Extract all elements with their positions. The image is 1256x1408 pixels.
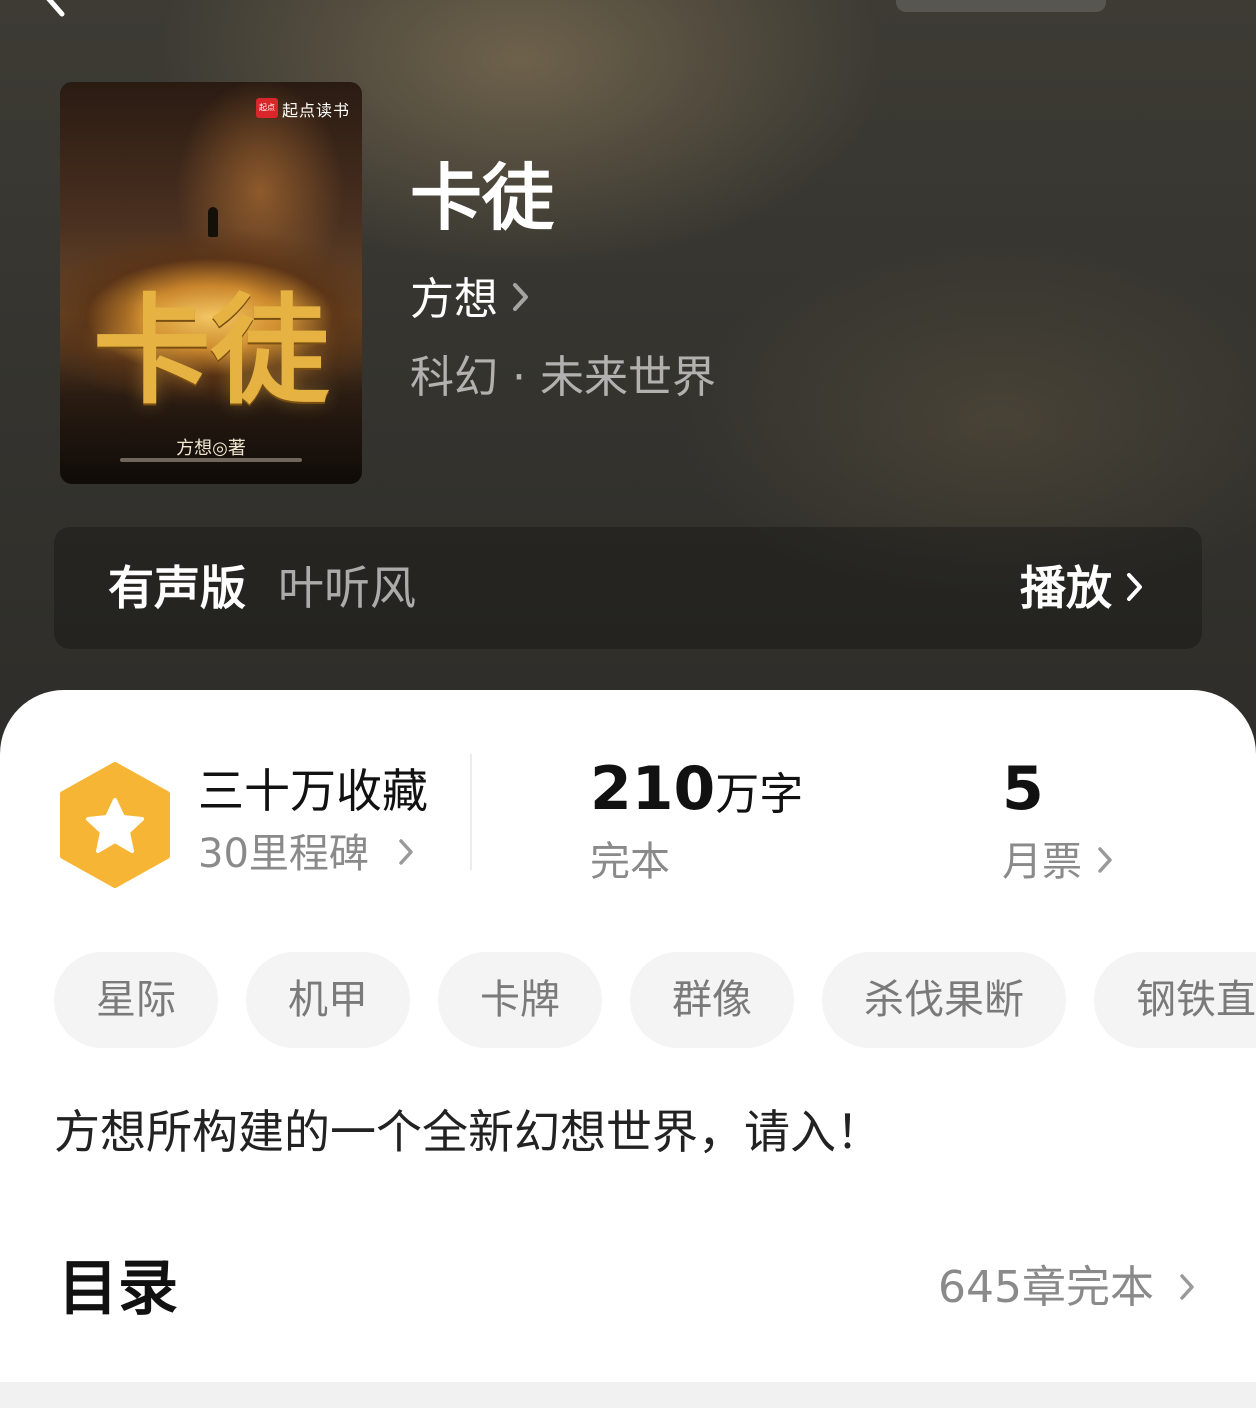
chevron-right-icon [1096,836,1116,888]
chevron-right-icon [1124,559,1146,617]
tag-list: 星际 机甲 卡牌 群像 杀伐果断 钢铁直 [54,952,1256,1048]
audio-version-bar[interactable]: 有声版 叶听风 播放 [54,527,1202,649]
cover-publisher-name: 起点读书 [282,101,351,120]
tag-chip[interactable]: 星际 [54,952,218,1048]
cover-tagline-bar [120,458,302,462]
collection-milestone-link[interactable]: 30里程碑 [198,828,417,880]
stats-divider [470,754,472,870]
book-genre: 科幻 · 未来世界 [410,352,716,403]
chevron-right-icon [1178,1258,1198,1318]
word-count-number: 210 [590,754,716,824]
toc-title[interactable]: 目录 [58,1250,178,1328]
toc-link[interactable]: 645章完本 [938,1258,1198,1318]
play-button[interactable]: 播放 [1020,559,1146,617]
tag-chip[interactable]: 卡牌 [438,952,602,1048]
monthly-votes-link[interactable]: 月票 [1002,836,1116,888]
audio-label: 有声版 [108,561,246,615]
cover-author: 方想◎著 [176,438,246,459]
tag-chip[interactable]: 群像 [630,952,794,1048]
collection-milestone-title[interactable]: 三十万收藏 [198,762,428,820]
chevron-right-icon [510,272,532,328]
chapter-count: 645章完本 [938,1262,1154,1313]
completion-status: 完本 [590,839,670,885]
cover-publisher-logo: 起点 [256,98,278,118]
book-header: 起点 起点读书 卡徒 方想◎著 卡徒 方想 科幻 · 未来世界 有声版 叶听风 … [0,0,1256,760]
monthly-votes-label: 月票 [1002,839,1082,885]
author-link[interactable]: 方想 [410,272,532,328]
book-detail-card: 三十万收藏 30里程碑 210万字 完本 5 月票 星际 机甲 卡牌 群像 杀伐… [0,690,1256,1382]
back-icon[interactable] [34,0,78,20]
top-action-pill[interactable] [896,0,1106,12]
cover-title: 卡徒 [92,281,329,420]
audio-narrator: 叶听风 [278,561,416,615]
tag-chip[interactable]: 钢铁直 [1094,952,1256,1048]
book-cover[interactable]: 起点 起点读书 卡徒 方想◎著 [60,82,362,484]
tag-chip[interactable]: 机甲 [246,952,410,1048]
cover-figure [208,207,218,237]
tag-chip[interactable]: 杀伐果断 [822,952,1066,1048]
word-count-unit: 万字 [715,769,804,820]
word-count: 210万字 [590,752,803,841]
play-label: 播放 [1020,561,1112,615]
monthly-votes-count[interactable]: 5 [1002,752,1044,826]
star-badge-icon[interactable] [58,762,172,888]
book-description[interactable]: 方想所构建的一个全新幻想世界，请入！ [54,1100,882,1164]
collection-milestone-sub: 30里程碑 [198,831,369,877]
book-title: 卡徒 [410,155,555,240]
author-name: 方想 [410,274,498,325]
chevron-right-icon [397,828,417,880]
